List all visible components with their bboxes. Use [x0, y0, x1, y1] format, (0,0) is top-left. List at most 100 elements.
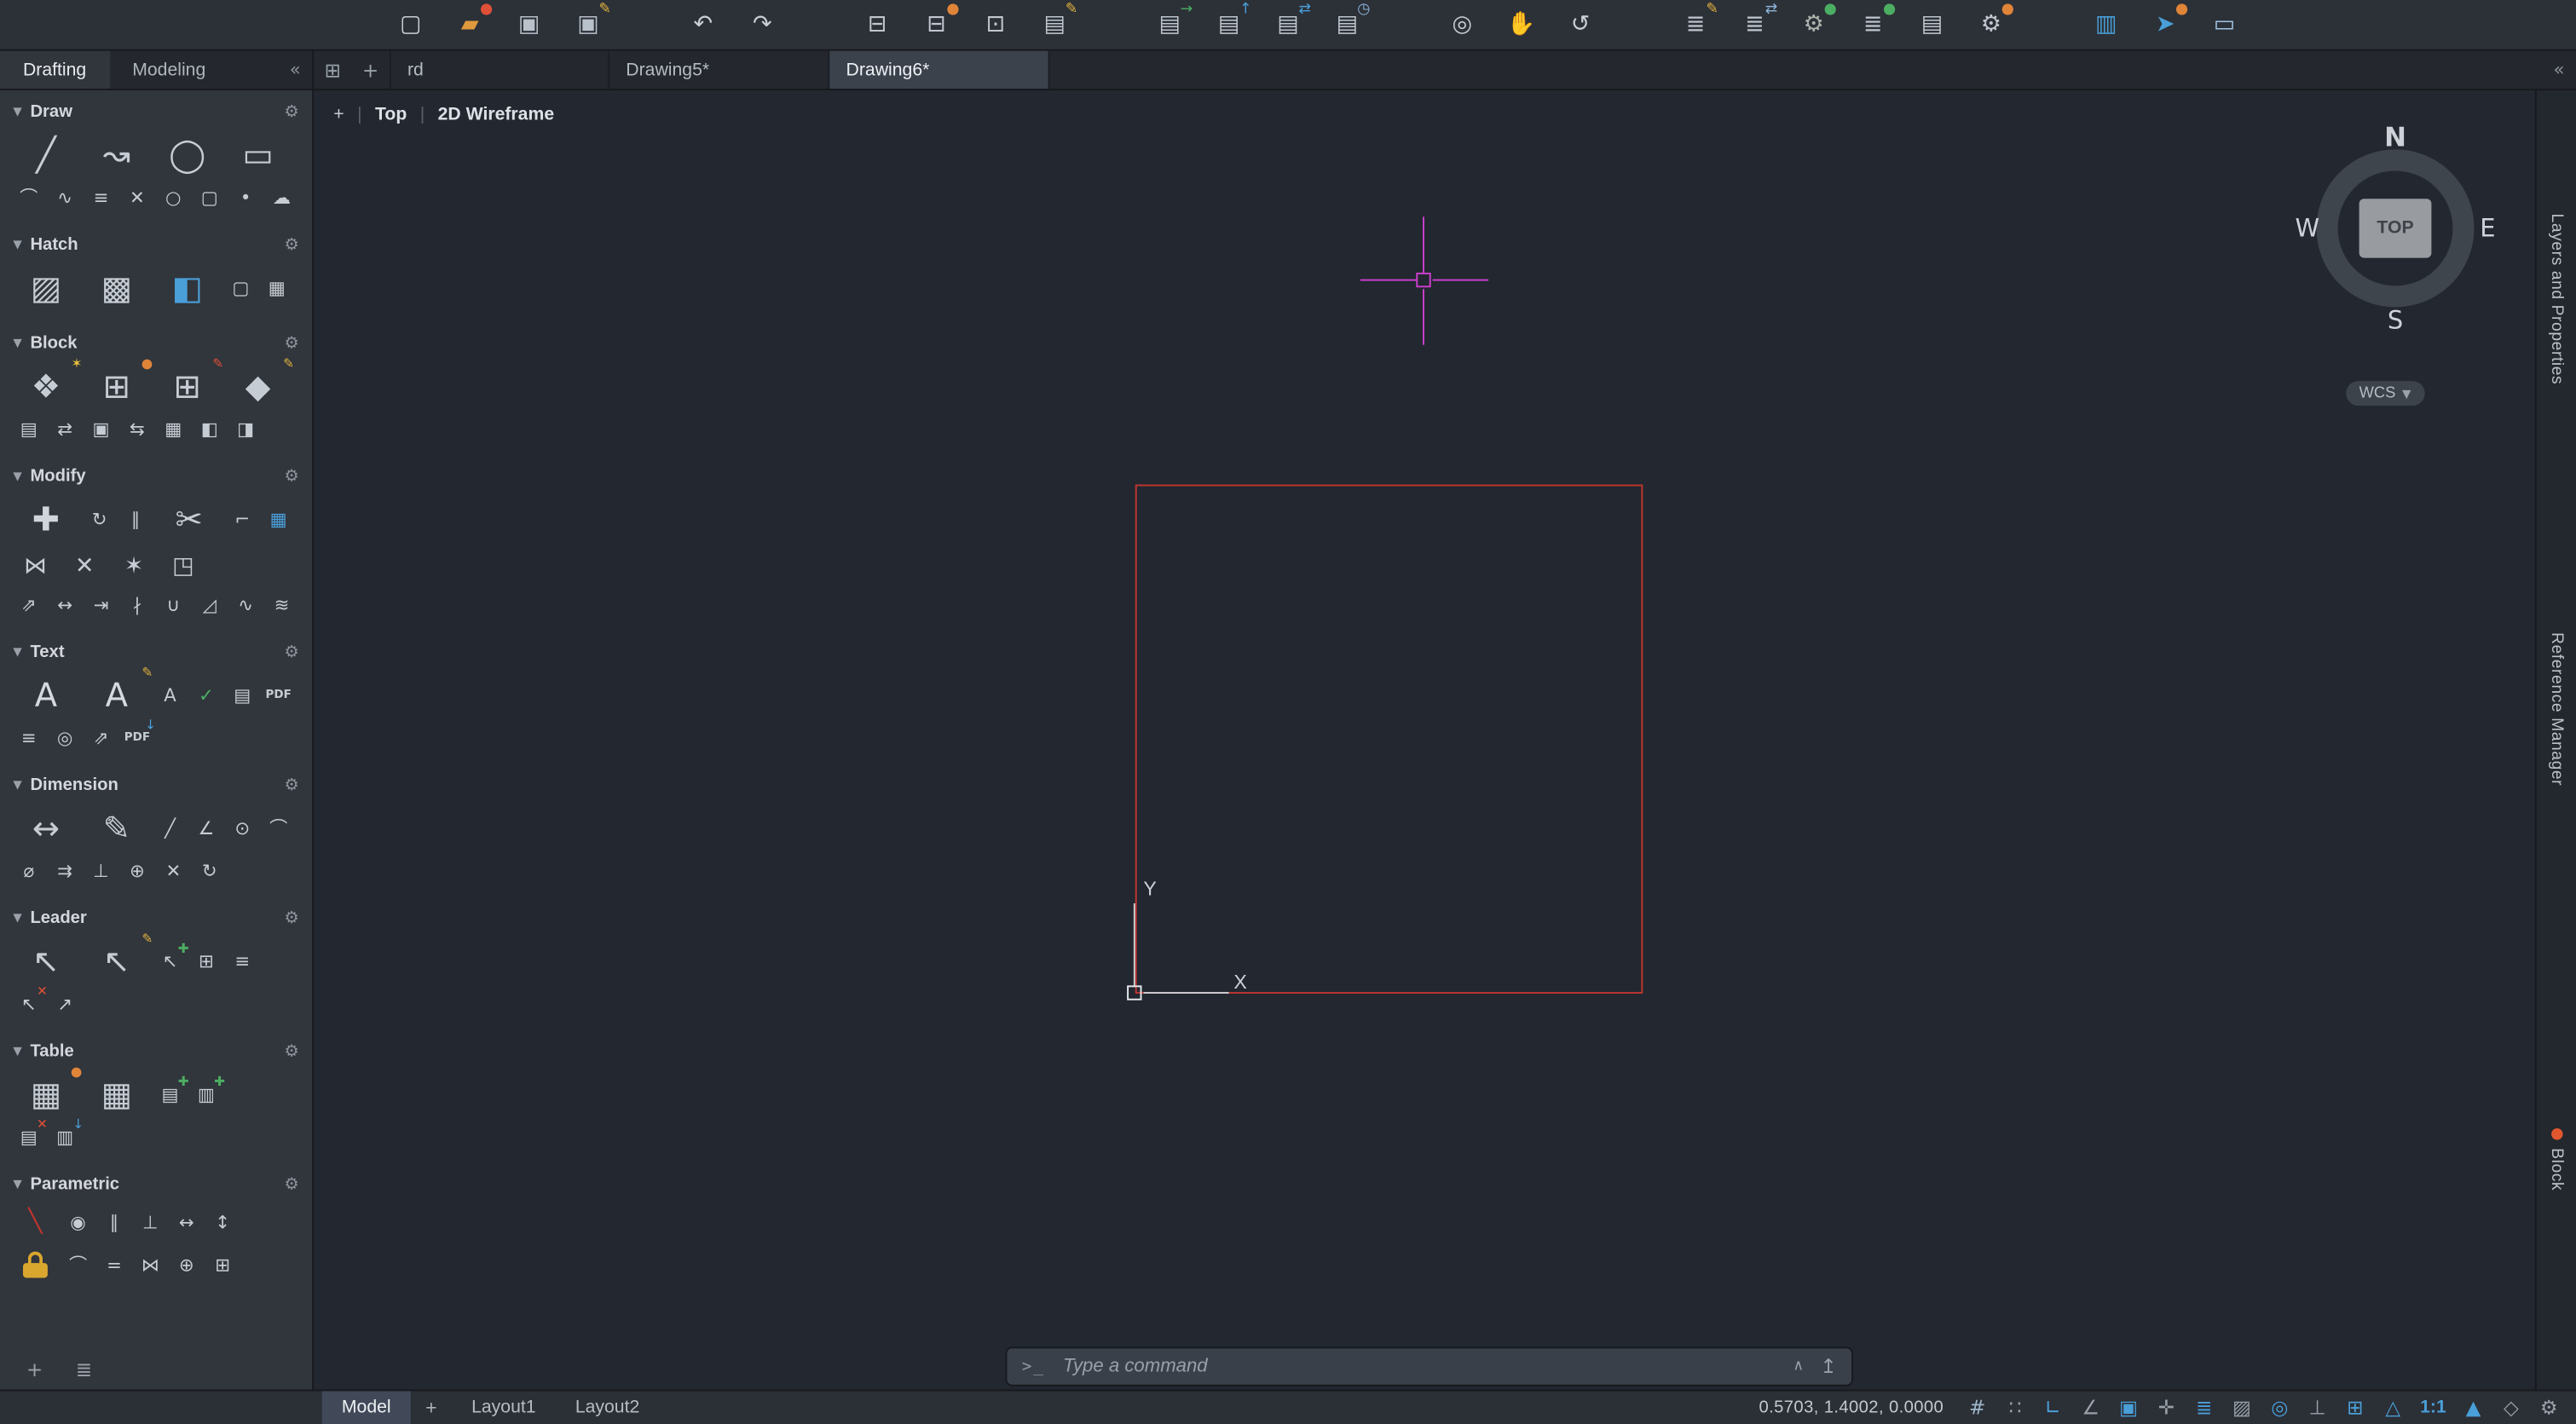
- pdf-export-tool[interactable]: PDF↓: [122, 723, 153, 754]
- coincident-constraint-tool[interactable]: ◉: [62, 1207, 94, 1238]
- print-icon[interactable]: ⊟: [858, 7, 897, 43]
- viewcube-face-top[interactable]: TOP: [2359, 199, 2432, 257]
- fix-constraint-tool[interactable]: ⊕: [170, 1249, 202, 1281]
- collapse-tabs-icon[interactable]: «: [2542, 59, 2576, 80]
- find-text-tool[interactable]: ◎: [49, 723, 81, 754]
- layout-tab-layout1[interactable]: Layout1: [452, 1391, 556, 1424]
- rotate-tool[interactable]: ↻: [84, 504, 115, 535]
- selection-cycling-toggle[interactable]: ◎: [2266, 1393, 2294, 1421]
- content-palette-icon[interactable]: ▭: [2204, 7, 2244, 43]
- multileader-edit-tool[interactable]: ↖✎: [84, 937, 149, 986]
- section-header-leader[interactable]: ▼Leader⚙: [10, 907, 303, 930]
- pdf-import-tool[interactable]: PDF: [263, 679, 294, 711]
- visual-style-control[interactable]: 2D Wireframe: [438, 105, 555, 124]
- move-tool[interactable]: ✚: [13, 494, 78, 544]
- ellipse-tool[interactable]: ○: [158, 182, 189, 214]
- section-gear-icon[interactable]: ⚙: [284, 643, 298, 661]
- save-as-icon[interactable]: ▣✎: [569, 7, 608, 43]
- standards-icon[interactable]: ▤: [1912, 7, 1951, 43]
- disclosure-icon[interactable]: ▼: [13, 1178, 21, 1191]
- panel-tab-block[interactable]: Block: [2537, 1128, 2576, 1191]
- panel-tab-reference-manager[interactable]: Reference Manager: [2537, 632, 2576, 786]
- disclosure-icon[interactable]: ▼: [13, 105, 21, 118]
- plot-icon[interactable]: ⊟●: [916, 7, 956, 43]
- selection-icon[interactable]: ◎: [1442, 7, 1481, 43]
- lengthen-tool[interactable]: ⇥: [85, 590, 117, 621]
- section-header-draw[interactable]: ▼Draw⚙: [10, 101, 303, 124]
- section-gear-icon[interactable]: ⚙: [284, 909, 298, 927]
- disclosure-icon[interactable]: ▼: [13, 470, 21, 482]
- dim-baseline-tool[interactable]: ⇉: [49, 856, 81, 887]
- scale-tool[interactable]: ⇗: [13, 590, 44, 621]
- polar-toggle[interactable]: ∠: [2076, 1393, 2105, 1421]
- section-gear-icon[interactable]: ⚙: [284, 1042, 298, 1060]
- dim-style-tool[interactable]: ✎: [84, 803, 149, 852]
- hatch-pattern-tool[interactable]: ▨: [13, 262, 78, 312]
- explode-tool[interactable]: ✶: [112, 547, 156, 586]
- multiline-tool[interactable]: ≡: [85, 182, 117, 214]
- justify-text-tool[interactable]: ≡: [13, 723, 44, 754]
- command-line[interactable]: >_ ∧ ↥: [1006, 1346, 1853, 1386]
- scale-text-tool[interactable]: ⇗: [85, 723, 117, 754]
- viewcube-north[interactable]: N: [2294, 122, 2498, 153]
- gradient-tool[interactable]: ◧: [154, 262, 220, 312]
- collapse-palette-icon[interactable]: «: [278, 59, 312, 80]
- export-icon[interactable]: ▤↑: [1209, 7, 1248, 43]
- viewcube-south[interactable]: S: [2294, 305, 2498, 335]
- rectangle-tool[interactable]: ▭: [225, 130, 291, 179]
- mirror-tool[interactable]: ⋈: [13, 547, 57, 586]
- section-gear-icon[interactable]: ⚙: [284, 467, 298, 485]
- layout-tab-model[interactable]: Model: [322, 1391, 411, 1424]
- viewcube[interactable]: N S W E TOP: [2294, 126, 2498, 330]
- add-tool-button[interactable]: +: [26, 1358, 43, 1381]
- block-save-tool[interactable]: ▣: [85, 414, 117, 446]
- undo-icon[interactable]: ↶: [684, 7, 723, 43]
- lock-constraint-tool[interactable]: [13, 1245, 57, 1284]
- dim-diameter-tool[interactable]: ⌀: [13, 856, 44, 887]
- etransmit-icon[interactable]: ▤⇄: [1268, 7, 1308, 43]
- drawing-tab-drawing6[interactable]: Drawing6*: [829, 51, 1049, 89]
- define-attribute-tool[interactable]: ◆✎: [225, 361, 291, 411]
- new-file-icon[interactable]: ▢: [391, 7, 430, 43]
- erase-tool[interactable]: ✕: [62, 547, 107, 586]
- page-setup-icon[interactable]: ▤✎: [1035, 7, 1074, 43]
- extrude-tool[interactable]: ◳: [161, 547, 205, 586]
- symmetric-constraint-tool[interactable]: ⋈: [135, 1249, 166, 1281]
- point-tool[interactable]: •: [230, 182, 262, 214]
- parallel-constraint-tool[interactable]: ∥: [99, 1207, 130, 1238]
- hatch-boundary-tool[interactable]: ▢: [225, 272, 257, 303]
- object-snap-toggle[interactable]: ▣: [2115, 1393, 2143, 1421]
- align-leaders-tool[interactable]: ⊞: [191, 945, 222, 977]
- section-header-hatch[interactable]: ▼Hatch⚙: [10, 233, 303, 257]
- arc-tool[interactable]: ⌒: [13, 182, 44, 214]
- insert-row-tool[interactable]: ▤✚: [154, 1078, 186, 1110]
- remove-leader-tool[interactable]: ↖✕: [13, 989, 44, 1020]
- add-leader-tool[interactable]: ↖✚: [154, 945, 186, 977]
- dim-linear-tool[interactable]: ↔: [13, 803, 78, 852]
- section-header-block[interactable]: ▼Block⚙: [10, 331, 303, 355]
- chamfer-tool[interactable]: ◿: [193, 590, 225, 621]
- pan-icon[interactable]: ✋: [1502, 7, 1541, 43]
- ortho-toggle[interactable]: ∟: [2039, 1393, 2067, 1421]
- archive-icon[interactable]: ▤◷: [1327, 7, 1366, 43]
- command-expand-icon[interactable]: ∧: [1793, 1358, 1804, 1375]
- disclosure-icon[interactable]: ▼: [13, 912, 21, 925]
- join-tool[interactable]: ∪: [158, 590, 189, 621]
- vertical-constraint-tool[interactable]: ↕: [207, 1207, 239, 1238]
- open-file-icon[interactable]: ▰●: [450, 7, 489, 43]
- construction-line-tool[interactable]: ✕: [122, 182, 153, 214]
- fillet-tool[interactable]: ⌐: [227, 504, 258, 535]
- section-gear-icon[interactable]: ⚙: [284, 236, 298, 254]
- new-drawing-tab-button[interactable]: +: [351, 58, 389, 81]
- section-header-parametric[interactable]: ▼Parametric⚙: [10, 1173, 303, 1196]
- create-block-tool[interactable]: ⊞●: [84, 361, 149, 411]
- multileader-style-tool[interactable]: ↗: [49, 989, 81, 1020]
- panel-tab-layers-and-properties[interactable]: Layers and Properties: [2537, 214, 2576, 385]
- import-icon[interactable]: ▤→: [1150, 7, 1189, 43]
- section-gear-icon[interactable]: ⚙: [284, 102, 298, 120]
- stretch-tool[interactable]: ↔: [49, 590, 81, 621]
- constraint-line-tool[interactable]: ╲: [13, 1202, 57, 1242]
- dim-center-tool[interactable]: ⊕: [122, 856, 153, 887]
- offset-tool[interactable]: ∥: [120, 504, 152, 535]
- tab-modeling[interactable]: Modeling: [109, 51, 228, 89]
